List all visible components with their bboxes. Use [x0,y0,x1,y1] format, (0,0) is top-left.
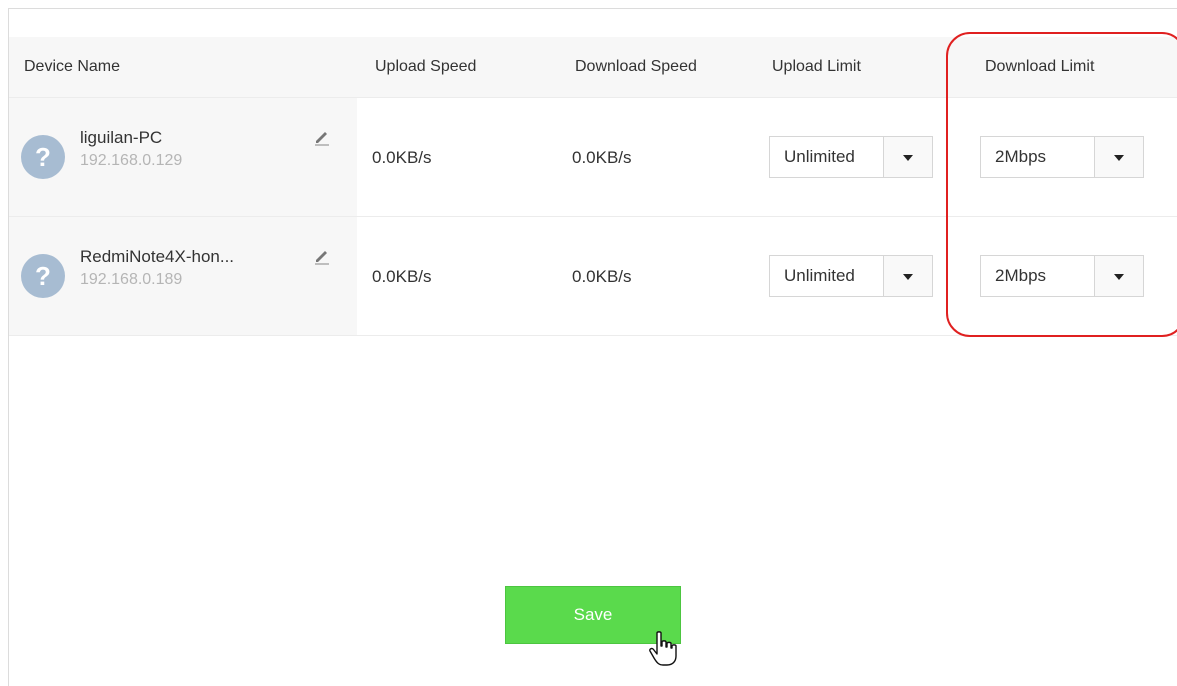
device-ip: 192.168.0.189 [80,271,183,288]
caret-down-icon [903,274,913,280]
upload-limit-value: Unlimited [784,147,855,166]
header-upload-limit: Upload Limit [772,58,861,75]
question-mark-icon: ? [21,135,65,179]
pencil-icon[interactable] [313,247,331,265]
hand-pointer-icon [649,631,677,666]
upload-limit-select[interactable]: Unlimited [769,255,933,297]
download-speed: 0.0KB/s [572,148,632,167]
device-ip: 192.168.0.129 [80,152,183,169]
device-cell: ? liguilan-PC 192.168.0.129 [9,98,357,216]
upload-limit-dropdown-button[interactable] [883,137,932,177]
upload-speed: 0.0KB/s [372,148,432,167]
header-device-name: Device Name [24,58,121,75]
upload-speed: 0.0KB/s [372,267,432,286]
header-upload-speed: Upload Speed [375,58,477,75]
upload-limit-value: Unlimited [784,266,855,285]
device-name: RedmiNote4X-hon... [80,247,235,266]
device-name: liguilan-PC [80,128,163,147]
pencil-icon[interactable] [313,128,331,146]
download-limit-highlight-outline [946,32,1177,337]
download-speed: 0.0KB/s [572,267,632,286]
device-cell: ? RedmiNote4X-hon... 192.168.0.189 [9,217,357,335]
upload-limit-dropdown-button[interactable] [883,256,932,296]
upload-limit-select[interactable]: Unlimited [769,136,933,178]
header-download-speed: Download Speed [575,58,697,75]
question-mark-icon: ? [21,254,65,298]
caret-down-icon [903,155,913,161]
